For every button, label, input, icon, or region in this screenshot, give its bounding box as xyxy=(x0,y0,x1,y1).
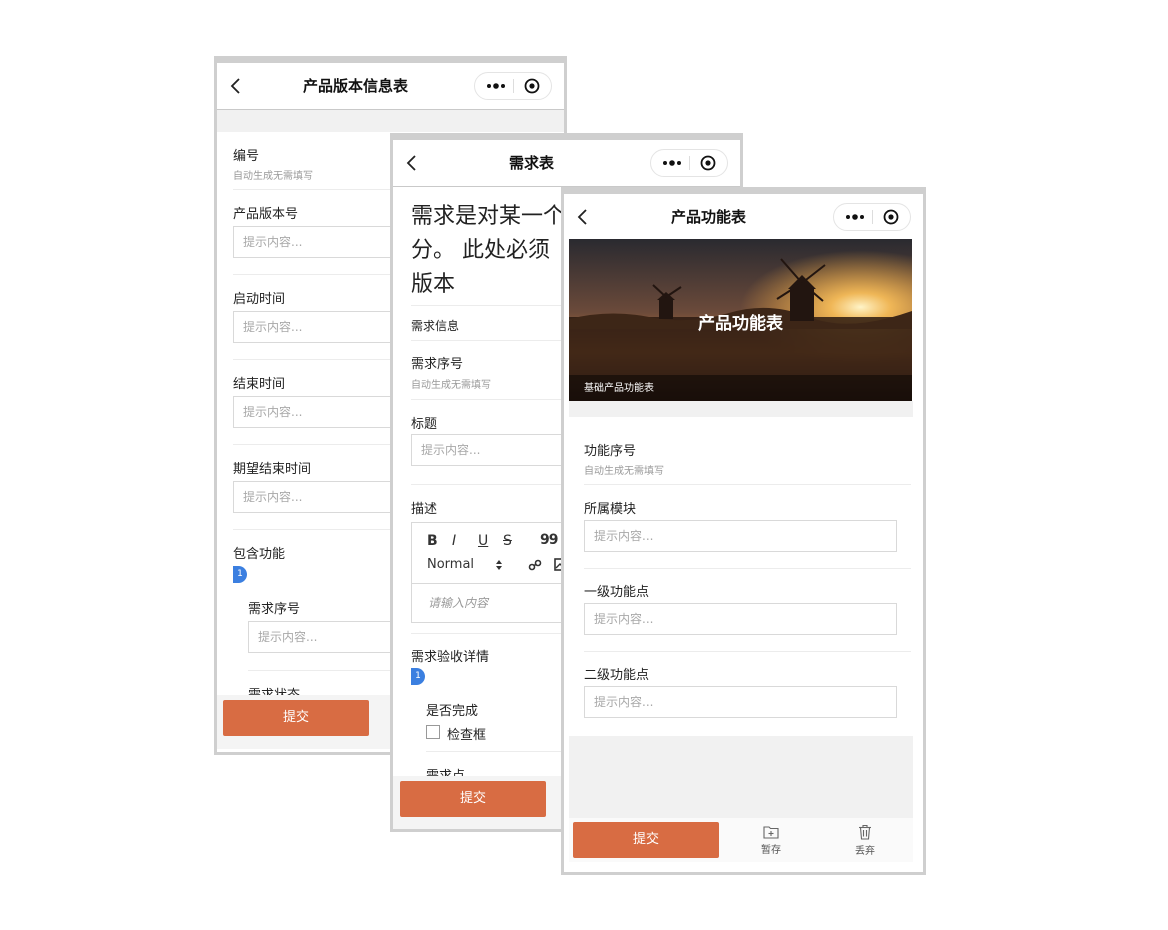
back-arrow-icon[interactable] xyxy=(229,77,243,95)
back-arrow-icon[interactable] xyxy=(576,208,590,226)
count-badge: 1 xyxy=(233,566,247,583)
more-dots-icon[interactable] xyxy=(844,210,866,224)
field-label: 启动时间 xyxy=(233,292,286,307)
spacer xyxy=(217,110,564,132)
checkbox-label: 检查框 xyxy=(447,728,487,743)
divider xyxy=(584,651,911,652)
field-label: 二级功能点 xyxy=(584,668,650,683)
field-label: 一级功能点 xyxy=(584,585,650,600)
field-label: 需求序号 xyxy=(411,357,464,372)
field-label: 需求序号 xyxy=(248,602,301,617)
header-banner: 产品功能表 基础产品功能表 xyxy=(569,239,912,401)
more-dots-icon[interactable] xyxy=(485,79,507,93)
folder-plus-icon xyxy=(763,826,779,839)
underline-button[interactable]: U xyxy=(478,533,488,549)
page-title: 产品功能表 xyxy=(670,208,746,226)
link-icon[interactable] xyxy=(528,558,542,572)
mini-program-capsule xyxy=(833,203,911,231)
navbar: 产品功能表 xyxy=(564,194,923,240)
module-input[interactable]: 提示内容... xyxy=(584,520,897,552)
discard-button[interactable]: 丢弃 xyxy=(835,824,895,857)
field-hint: 自动生成无需填写 xyxy=(411,380,491,391)
banner-title: 产品功能表 xyxy=(698,314,783,334)
spacer xyxy=(569,401,913,417)
field-label: 产品版本号 xyxy=(233,207,299,222)
spacer xyxy=(569,736,913,818)
level1-input[interactable]: 提示内容... xyxy=(584,603,897,635)
field-label: 结束时间 xyxy=(233,377,286,392)
field-label: 是否完成 xyxy=(426,704,479,719)
quote-button[interactable]: 99 xyxy=(540,532,559,548)
divider xyxy=(584,568,911,569)
strike-button[interactable]: S xyxy=(503,533,512,549)
back-arrow-icon[interactable] xyxy=(405,154,419,172)
save-draft-label: 暂存 xyxy=(761,845,781,856)
page-title: 需求表 xyxy=(508,154,554,172)
field-label: 期望结束时间 xyxy=(233,462,312,477)
bold-button[interactable]: B xyxy=(427,533,438,549)
phone-feature-form: 产品功能表 产品功能表 基础产品功能表 功能序号 自动生成无需填写 所属模块 提… xyxy=(561,187,926,875)
submit-button[interactable]: 提交 xyxy=(573,822,719,858)
capsule-divider xyxy=(689,156,690,170)
navbar: 产品版本信息表 xyxy=(217,63,564,110)
capsule-divider xyxy=(513,79,514,93)
close-target-icon[interactable] xyxy=(700,155,716,171)
close-target-icon[interactable] xyxy=(883,209,899,225)
discard-label: 丢弃 xyxy=(855,846,875,857)
heading-select[interactable]: Normal xyxy=(427,557,474,572)
divider xyxy=(584,484,911,485)
field-hint: 自动生成无需填写 xyxy=(584,466,664,477)
field-label: 编号 xyxy=(233,149,260,164)
save-draft-button[interactable]: 暂存 xyxy=(741,824,801,856)
section-label: 需求信息 xyxy=(411,319,460,333)
trash-icon xyxy=(859,824,871,840)
close-target-icon[interactable] xyxy=(524,78,540,94)
field-label: 功能序号 xyxy=(584,444,637,459)
submit-button[interactable]: 提交 xyxy=(400,781,546,817)
page-title: 产品版本信息表 xyxy=(302,77,408,95)
field-label: 标题 xyxy=(411,417,438,432)
field-label: 所属模块 xyxy=(584,502,637,517)
field-hint: 自动生成无需填写 xyxy=(233,171,313,182)
field-label: 描述 xyxy=(411,502,438,517)
field-label: 需求验收详情 xyxy=(411,650,490,665)
mini-program-capsule xyxy=(474,72,552,100)
navbar: 需求表 xyxy=(393,140,740,187)
mini-program-capsule xyxy=(650,149,728,177)
capsule-divider xyxy=(872,210,873,224)
level2-input[interactable]: 提示内容... xyxy=(584,686,897,718)
field-label: 包含功能 xyxy=(233,547,286,562)
submit-button[interactable]: 提交 xyxy=(223,700,369,736)
count-badge: 1 xyxy=(411,668,425,685)
italic-button[interactable]: I xyxy=(452,533,456,549)
completion-checkbox[interactable] xyxy=(426,725,440,739)
more-dots-icon[interactable] xyxy=(661,156,683,170)
banner-subtitle: 基础产品功能表 xyxy=(584,383,654,394)
select-arrows-icon xyxy=(496,560,502,570)
